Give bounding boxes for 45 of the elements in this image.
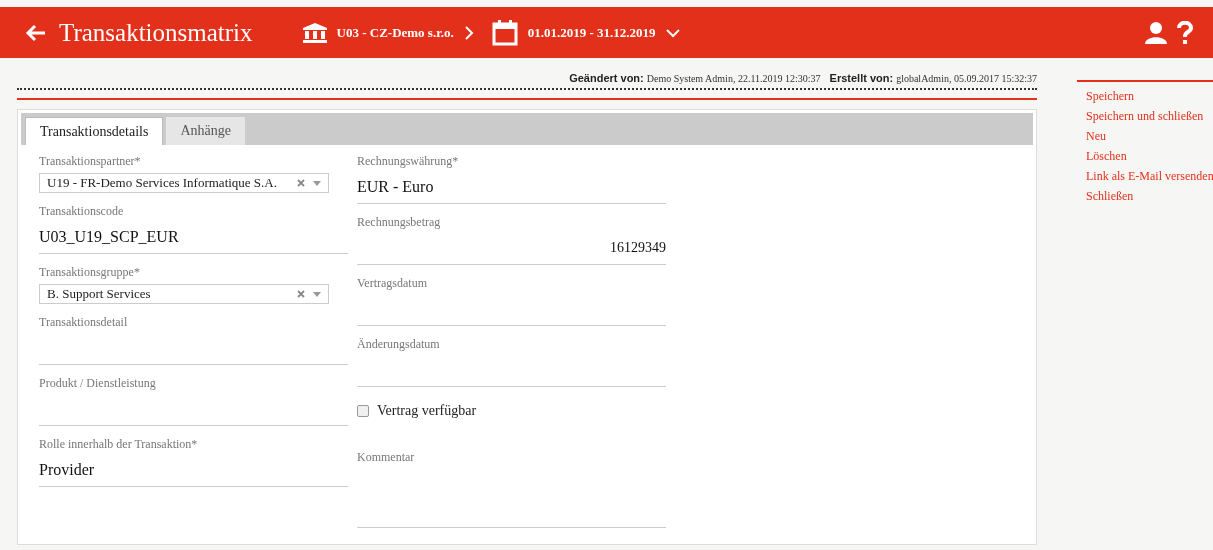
action-link[interactable]: Schließen bbox=[1086, 189, 1134, 204]
field-label: Vertragsdatum bbox=[357, 276, 428, 291]
audit-value: Demo System Admin, 22.11.2019 12:30:37 bbox=[646, 73, 821, 84]
back-arrow-icon[interactable] bbox=[25, 23, 47, 42]
company-selector[interactable]: U03 - CZ-Demo s.r.o. bbox=[336, 24, 454, 41]
bank-icon bbox=[302, 22, 327, 43]
input-field[interactable]: Provider bbox=[39, 458, 348, 487]
field-label: Transaktionsdetail bbox=[39, 315, 129, 330]
field-label: Rechnungsbetrag bbox=[357, 215, 442, 230]
field-label: Produkt / Dienstleistung bbox=[39, 376, 157, 391]
select-field[interactable]: U19 - FR-Demo Services Informatique S.A. bbox=[39, 173, 329, 193]
tab[interactable]: Transaktionsdetails bbox=[25, 117, 164, 145]
action-link[interactable]: Neu bbox=[1086, 129, 1106, 144]
field-label: Änderungsdatum bbox=[357, 337, 441, 352]
action-link[interactable]: Speichern bbox=[1086, 89, 1134, 104]
field-label: Transaktionscode bbox=[39, 204, 125, 219]
checkbox[interactable] bbox=[357, 405, 369, 417]
field-label: Transaktionspartner* bbox=[39, 154, 142, 169]
field-label: Kommentar bbox=[357, 450, 416, 465]
dropdown-caret-icon[interactable] bbox=[313, 291, 321, 297]
calendar-icon bbox=[491, 19, 518, 46]
input-field[interactable]: EUR - Euro bbox=[357, 175, 666, 204]
chevron-down-icon[interactable] bbox=[665, 27, 680, 38]
field-label: Transaktionsgruppe* bbox=[39, 265, 141, 280]
audit-label: Erstellt von: bbox=[829, 72, 894, 84]
dropdown-caret-icon[interactable] bbox=[313, 180, 321, 186]
action-link[interactable]: Löschen bbox=[1086, 149, 1127, 164]
action-link[interactable]: Link als E-Mail versenden bbox=[1086, 169, 1213, 184]
checkbox-label: Vertrag verfügbar bbox=[377, 403, 477, 419]
tab[interactable]: Anhänge bbox=[166, 117, 245, 145]
input-field[interactable]: 16129349 bbox=[357, 236, 666, 265]
clear-icon[interactable] bbox=[297, 290, 305, 298]
user-icon[interactable] bbox=[1145, 21, 1167, 44]
audit-label: Geändert von: bbox=[569, 72, 644, 84]
chevron-right-icon[interactable] bbox=[463, 25, 474, 40]
input-field[interactable]: U03_U19_SCP_EUR bbox=[39, 225, 348, 254]
field-label: Rechnungswährung* bbox=[357, 154, 460, 169]
page-title: Transaktionsmatrix bbox=[59, 18, 253, 47]
clear-icon[interactable] bbox=[297, 179, 305, 187]
period-selector[interactable]: 01.01.2019 - 31.12.2019 bbox=[527, 24, 656, 41]
select-field[interactable]: B. Support Services bbox=[39, 284, 329, 304]
field-label: Rolle innerhalb der Transaktion* bbox=[39, 437, 199, 452]
audit-value: globalAdmin, 05.09.2017 15:32:37 bbox=[896, 73, 1037, 84]
action-link[interactable]: Speichern und schließen bbox=[1086, 109, 1204, 124]
help-icon[interactable] bbox=[1177, 20, 1193, 45]
